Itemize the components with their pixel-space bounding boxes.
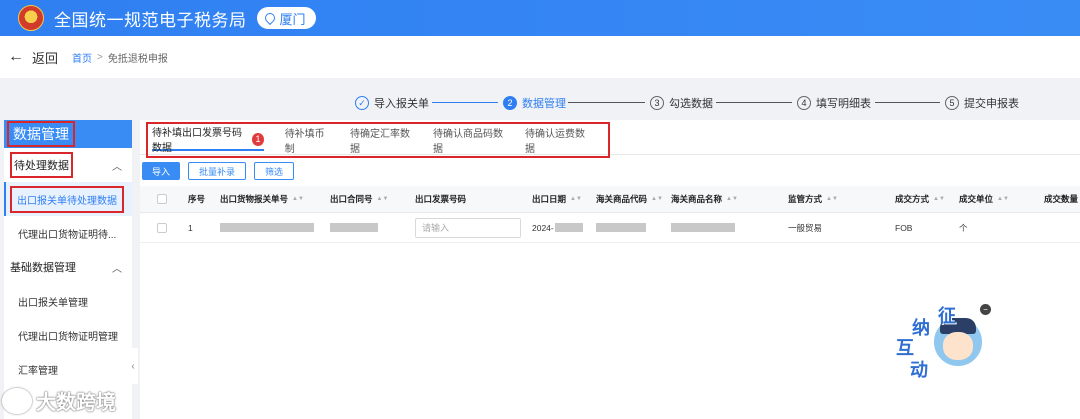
back-button[interactable]: ← 返回	[8, 48, 58, 67]
tab-exchange-rate[interactable]: 待确定汇率数据	[350, 129, 412, 155]
cell-contract-no-redacted	[330, 213, 378, 242]
col-export-date[interactable]: 出口日期 ▲▼	[532, 186, 582, 212]
step-label: 数据管理	[522, 98, 566, 110]
count-badge: 1	[252, 132, 264, 146]
top-header: 全国统一规范电子税务局 厦门	[0, 0, 1080, 36]
sidebar-item-agency-manage[interactable]: 代理出口货物证明管理	[4, 318, 132, 352]
col-deal-method[interactable]: 成交方式 ▲▼	[895, 186, 945, 212]
step-fill-details: 4 填写明细表	[797, 95, 871, 111]
import-button[interactable]: 导入	[142, 162, 181, 180]
cell-commodity-code-redacted	[596, 213, 646, 242]
tab-commodity-code[interactable]: 待确认商品码数据	[433, 129, 504, 155]
col-invoice-no: 出口发票号码	[415, 194, 467, 204]
sidebar: 数据管理 待处理数据 ︿ 出口报关单待处理数据 代理出口货物证明待... 基础数…	[4, 120, 132, 419]
location-pin-icon	[262, 10, 277, 26]
sidebar-item-declaration-manage[interactable]: 出口报关单管理	[4, 284, 132, 318]
sidebar-item-exchange-rate[interactable]: 汇率管理	[4, 352, 132, 386]
app-title: 全国统一规范电子税务局	[54, 10, 247, 30]
sidebar-group-label: 基础数据管理	[10, 262, 76, 274]
sort-icon: ▲▼	[997, 195, 1009, 202]
sidebar-item-agency-pending[interactable]: 代理出口货物证明待...	[4, 216, 132, 250]
batch-fill-button[interactable]: 批量补录	[188, 162, 247, 180]
step-number: 4	[797, 96, 811, 110]
breadcrumb-current: 免抵退税申报	[107, 53, 168, 65]
step-import-declaration: ✓ 导入报关单	[355, 95, 429, 111]
breadcrumb-bar: ← 返回 首页 > 免抵退税申报	[0, 36, 1080, 78]
step-data-management: 2 数据管理	[503, 95, 566, 111]
tab-bar: 待补填出口发票号码数据 1 待补填币制 待确定汇率数据 待确认商品码数据 待确认…	[146, 122, 610, 158]
step-label: 填写明细表	[816, 98, 871, 110]
sidebar-group-label: 待处理数据	[10, 152, 73, 178]
step-connector	[568, 102, 645, 103]
tab-currency[interactable]: 待补填币制	[285, 129, 329, 155]
back-label: 返回	[32, 50, 59, 66]
mascot-face	[943, 332, 973, 360]
filter-button[interactable]: 筛选	[254, 162, 295, 180]
select-all-checkbox[interactable]	[157, 186, 167, 212]
sort-icon: ▲▼	[376, 195, 389, 202]
toolbar: 导入 批量补录 筛选	[142, 162, 302, 180]
step-number: 5	[945, 96, 959, 110]
step-submit-report: 5 提交申报表	[945, 95, 1019, 111]
col-supervision[interactable]: 监管方式 ▲▼	[788, 186, 838, 212]
sidebar-title: 数据管理	[4, 120, 132, 148]
cell-supervision: 一般贸易	[788, 222, 823, 233]
cell-export-date: 2024-	[532, 213, 583, 242]
step-connector	[716, 102, 792, 103]
sidebar-group-pending[interactable]: 待处理数据 ︿	[4, 148, 132, 182]
col-declaration-no[interactable]: 出口货物报关单号 ▲▼	[220, 186, 304, 212]
sort-icon: ▲▼	[651, 195, 663, 202]
col-index: 序号	[188, 194, 206, 204]
step-label: 勾选数据	[669, 98, 713, 110]
city-selector[interactable]: 厦门	[256, 7, 316, 29]
sort-icon: ▲▼	[570, 195, 582, 202]
invoice-number-input[interactable]: 请输入	[415, 213, 521, 242]
sort-icon: ▲▼	[826, 195, 838, 202]
col-contract-no[interactable]: 出口合同号 ▲▼	[330, 186, 388, 212]
cell-declaration-no-redacted	[220, 213, 314, 242]
step-label: 提交申报表	[964, 98, 1019, 110]
sort-icon: ▲▼	[933, 195, 945, 202]
city-label: 厦门	[279, 11, 306, 27]
col-commodity-name[interactable]: 海关商品名称 ▲▼	[671, 186, 738, 212]
assistant-mascot[interactable]: 征 纳 互 动 −	[892, 302, 991, 382]
watermark-logo: 大数跨境	[2, 386, 116, 415]
col-commodity-code[interactable]: 海关商品代码 ▲▼	[596, 186, 663, 212]
national-emblem-icon	[18, 5, 44, 31]
cell-deal-unit: 个	[959, 222, 968, 233]
watermark-icon	[2, 387, 32, 414]
breadcrumb: 首页 > 免抵退税申报	[72, 50, 168, 65]
table-header: 序号 出口货物报关单号 ▲▼ 出口合同号 ▲▼ 出口发票号码 出口日期 ▲▼ 海关商品…	[140, 186, 1080, 213]
step-number: 2	[503, 96, 517, 110]
progress-steps: ✓ 导入报关单 2 数据管理 3 勾选数据 4 填写明细表 5 提交申报表	[140, 86, 1080, 120]
col-deal-quantity: 成交数量	[1044, 194, 1079, 204]
cell-commodity-name-redacted	[671, 213, 735, 242]
table-row: 1 请输入 2024- 一般贸易 FOB 个	[140, 213, 1080, 243]
sidebar-collapse-button[interactable]: ‹	[128, 348, 138, 384]
sidebar-group-basic[interactable]: 基础数据管理 ︿	[4, 250, 132, 284]
cell-deal-method: FOB	[895, 222, 913, 233]
step-select-data: 3 勾选数据	[650, 95, 713, 111]
data-table: 序号 出口货物报关单号 ▲▼ 出口合同号 ▲▼ 出口发票号码 出口日期 ▲▼ 海关商品…	[140, 186, 1080, 243]
tab-invoice-number[interactable]: 待补填出口发票号码数据 1	[152, 128, 264, 154]
sort-icon: ▲▼	[292, 195, 304, 202]
step-number: 3	[650, 96, 664, 110]
breadcrumb-separator: >	[97, 51, 103, 63]
breadcrumb-home[interactable]: 首页	[72, 50, 92, 65]
step-connector	[875, 102, 940, 103]
row-checkbox[interactable]	[157, 213, 167, 242]
chevron-up-icon: ︿	[112, 161, 122, 173]
step-label: 导入报关单	[374, 98, 429, 110]
col-deal-unit[interactable]: 成交单位 ▲▼	[959, 186, 1009, 212]
close-icon[interactable]: −	[980, 304, 991, 315]
step-connector	[432, 102, 498, 103]
sort-icon: ▲▼	[726, 195, 738, 202]
cell-index: 1	[188, 222, 193, 233]
back-arrow-icon: ←	[8, 48, 24, 65]
check-circle-icon: ✓	[355, 96, 369, 110]
tab-freight[interactable]: 待确认运费数据	[525, 129, 587, 155]
sidebar-item-declaration-pending[interactable]: 出口报关单待处理数据	[4, 182, 132, 216]
chevron-up-icon: ︿	[112, 263, 122, 275]
